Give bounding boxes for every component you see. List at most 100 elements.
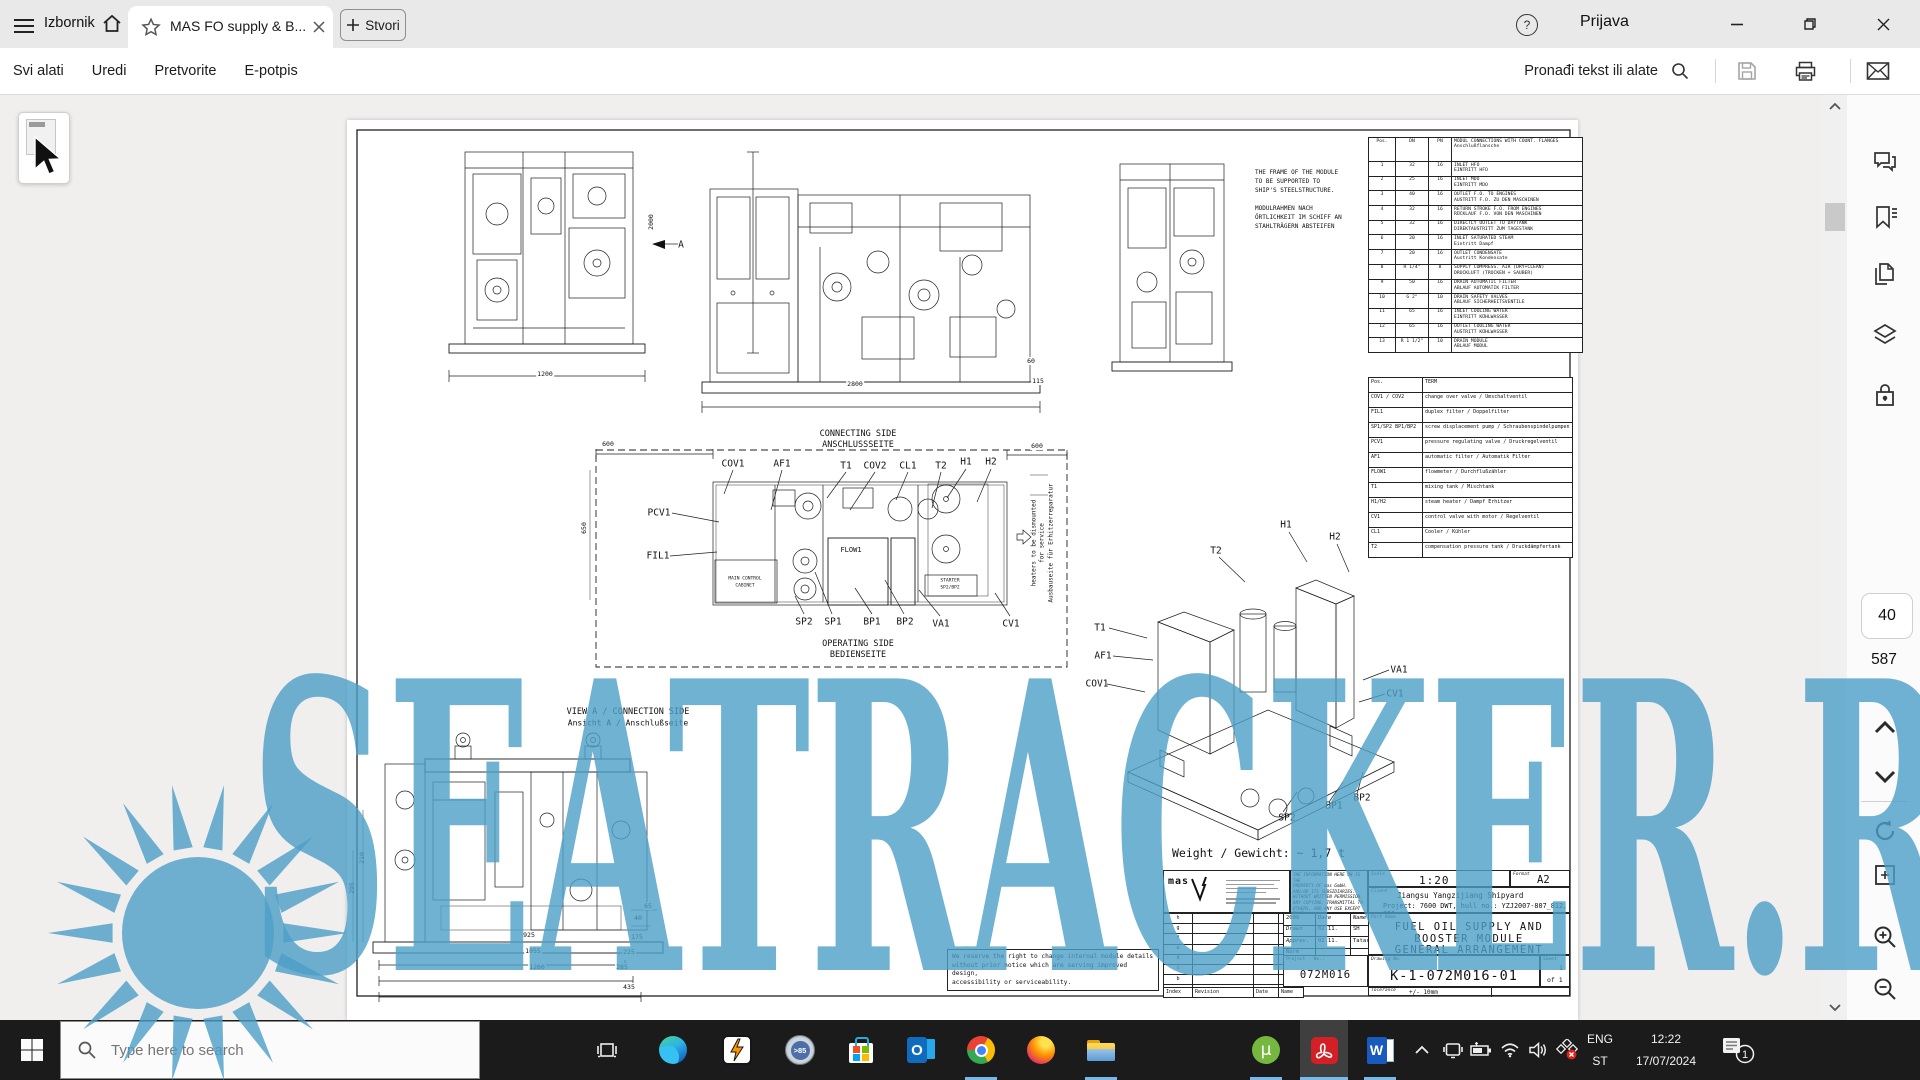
pdf-side-rail: 587 bbox=[1847, 95, 1920, 1020]
vertical-scrollbar[interactable] bbox=[1823, 95, 1847, 1020]
tab-mas-fo-supply[interactable]: MAS FO supply & B... bbox=[128, 6, 333, 48]
find-tools[interactable]: Pronađi tekst ili alate bbox=[1524, 48, 1690, 94]
terms-table: Pos. TERM COV1 / COV2change over valve /… bbox=[1368, 377, 1573, 558]
menu-icon[interactable] bbox=[14, 15, 34, 37]
clock[interactable]: 12:2217/07/2024 bbox=[1622, 1028, 1710, 1072]
fit-to-page-icon[interactable] bbox=[1871, 861, 1899, 889]
pdf-toolbar: Svi alati Uredi Pretvorite E-potpis Pron… bbox=[0, 48, 1920, 95]
help-icon[interactable]: ? bbox=[1516, 14, 1538, 36]
drawing-annotation: 2800 bbox=[846, 380, 864, 388]
page-total: 587 bbox=[1861, 651, 1907, 669]
taskbar-search[interactable] bbox=[60, 1021, 480, 1079]
drawing-annotation: H2 bbox=[985, 457, 996, 468]
drawing-annotation: VA1 bbox=[1390, 665, 1407, 676]
search-icon[interactable] bbox=[1670, 61, 1690, 81]
comments-icon[interactable] bbox=[1871, 147, 1899, 175]
lock-icon[interactable] bbox=[1871, 381, 1899, 409]
drawing-annotation: BP1 bbox=[863, 617, 880, 628]
start-button[interactable] bbox=[8, 1020, 56, 1080]
microsoft-store-button[interactable] bbox=[837, 1020, 885, 1080]
connections-row: 13216INLET HFOEINTRITT HFO bbox=[1369, 162, 1583, 177]
notification-center-button[interactable]: 1 bbox=[1716, 1020, 1760, 1080]
window-minimize-button[interactable] bbox=[1722, 12, 1752, 36]
favorite-star-icon[interactable] bbox=[140, 16, 162, 43]
language-indicator[interactable]: ENGST bbox=[1583, 1028, 1617, 1072]
notification-badge: 1 bbox=[1742, 1049, 1748, 1061]
tray-app-error-icon[interactable] bbox=[1550, 1020, 1584, 1080]
cursor-icon bbox=[31, 135, 65, 179]
scale-value: 1:20 bbox=[1419, 874, 1450, 887]
chrome-button[interactable] bbox=[957, 1020, 1005, 1080]
media-player-85-button[interactable]: >85 bbox=[776, 1020, 824, 1080]
menu-button-label[interactable]: Izbornik bbox=[44, 15, 95, 31]
tab-close-icon[interactable] bbox=[310, 18, 328, 41]
outlook-button[interactable]: O bbox=[897, 1020, 945, 1080]
edge-button[interactable] bbox=[649, 1020, 697, 1080]
zoom-out-icon[interactable] bbox=[1871, 975, 1899, 1003]
menu-convert[interactable]: Pretvorite bbox=[154, 63, 216, 79]
battery-icon[interactable] bbox=[1465, 1020, 1497, 1080]
drawing-annotation: COV1 bbox=[1086, 679, 1109, 690]
connections-row: 13R 1 1/2"10DRAIN MODULEABLAUF MODUL bbox=[1369, 338, 1583, 353]
next-page-icon[interactable] bbox=[1871, 763, 1899, 791]
terms-row: CV1control valve with motor / Regelventi… bbox=[1369, 513, 1573, 528]
scroll-down-icon[interactable] bbox=[1828, 1003, 1842, 1013]
save-icon[interactable] bbox=[1736, 60, 1758, 87]
refresh-icon[interactable] bbox=[1871, 817, 1899, 845]
sign-in-button[interactable]: Prijava bbox=[1580, 13, 1629, 31]
drawing-annotation: SP1 bbox=[824, 617, 841, 628]
drawing-annotation: heaters to be dismounted bbox=[1031, 500, 1038, 587]
date: 17/07/2024 bbox=[1622, 1050, 1710, 1072]
bookmarks-icon[interactable] bbox=[1871, 203, 1899, 231]
word-button[interactable]: W bbox=[1356, 1020, 1404, 1080]
drawing-annotation: Ansicht A / Anschlußseite bbox=[568, 719, 688, 728]
menu-all-tools[interactable]: Svi alati bbox=[13, 63, 64, 79]
print-icon[interactable] bbox=[1794, 60, 1817, 88]
drawing-annotation: OPERATING SIDE bbox=[822, 639, 894, 649]
layers-icon[interactable] bbox=[1871, 321, 1899, 349]
new-tab-button[interactable]: Stvori bbox=[340, 9, 406, 41]
scroll-up-icon[interactable] bbox=[1828, 101, 1842, 111]
drawing-annotation: 2000 bbox=[647, 214, 655, 230]
find-label: Pronađi tekst ili alate bbox=[1524, 63, 1658, 79]
drawing-annotation: CONNECTING SIDE bbox=[820, 429, 897, 439]
connections-row: 126516OUTLET COOLING WATERAUSTRITT KÜHLW… bbox=[1369, 323, 1583, 338]
brand-logo: mas bbox=[1168, 876, 1189, 887]
acrobat-button-active[interactable] bbox=[1300, 1020, 1348, 1080]
firefox-button[interactable] bbox=[1017, 1020, 1065, 1080]
previous-page-icon[interactable] bbox=[1871, 713, 1899, 741]
terms-row: FLOW1flowmeter / Durchflußzähler bbox=[1369, 468, 1573, 483]
task-view-button[interactable] bbox=[583, 1020, 631, 1080]
scrollbar-thumb[interactable] bbox=[1825, 203, 1845, 231]
drawing-annotation: AF1 bbox=[1094, 651, 1111, 662]
page-thumbnail-tool[interactable] bbox=[18, 112, 70, 184]
screen: Izbornik MAS FO supply & B... Stvori ? P… bbox=[0, 0, 1920, 1080]
menu-edit[interactable]: Uredi bbox=[92, 63, 127, 79]
tolerance-value: +/- 10mm bbox=[1409, 989, 1438, 996]
browser-titlebar: Izbornik MAS FO supply & B... Stvori ? P… bbox=[0, 0, 1920, 48]
taskbar-search-input[interactable] bbox=[109, 1041, 443, 1060]
window-close-button[interactable] bbox=[1868, 12, 1898, 36]
connections-row: 22516INLET MDOEINTRITT MDO bbox=[1369, 176, 1583, 191]
winamp-button[interactable] bbox=[713, 1020, 761, 1080]
drawing-annotation: 1200 bbox=[536, 370, 554, 378]
drawing-annotation: FLOW1 bbox=[839, 546, 862, 554]
menu-esign[interactable]: E-potpis bbox=[245, 63, 298, 79]
time: 12:22 bbox=[1622, 1028, 1710, 1050]
utorrent-button[interactable]: µ bbox=[1242, 1020, 1290, 1080]
drawing-annotation: 650 bbox=[580, 522, 588, 534]
page-number-input[interactable] bbox=[1861, 593, 1913, 639]
project-number: 072M016 bbox=[1284, 969, 1367, 981]
zoom-in-icon[interactable] bbox=[1871, 923, 1899, 951]
drawing-annotation: AF1 bbox=[773, 459, 790, 470]
drawing-annotation: COV1 bbox=[722, 459, 745, 470]
pages-icon[interactable] bbox=[1871, 261, 1899, 289]
file-explorer-button[interactable] bbox=[1077, 1020, 1125, 1080]
mail-icon[interactable] bbox=[1866, 61, 1890, 86]
home-icon[interactable] bbox=[100, 12, 124, 41]
drawing-annotation: SP2/BP2 bbox=[940, 586, 959, 591]
tray-chevron-up-icon[interactable] bbox=[1404, 1020, 1440, 1080]
window-restore-button[interactable] bbox=[1794, 12, 1824, 36]
drawing-annotation: H2 bbox=[1329, 532, 1340, 543]
frame-note: THE FRAME OF THE MODULETO BE SUPPORTED T… bbox=[1255, 168, 1367, 231]
